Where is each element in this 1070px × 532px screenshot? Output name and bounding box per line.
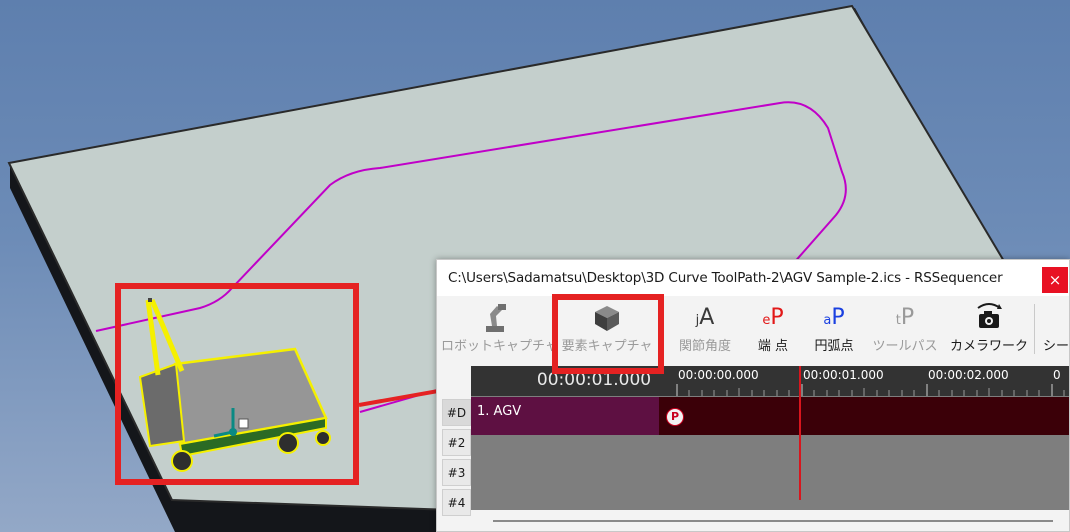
timeline-scrollbar[interactable]	[471, 510, 1069, 531]
track-row-agv[interactable]: 1. AGV P	[471, 397, 1069, 435]
tool-path-icon-big: P	[900, 305, 915, 330]
joint-angle-icon-big: A	[699, 305, 715, 330]
toolbar: ロボットキャプチャ 要素キャプチャ jA 関節角度 eP 端 点 aP 円弧点 …	[437, 296, 1069, 360]
element-capture-button[interactable]: 要素キャプチャ	[557, 302, 657, 360]
camera-work-button[interactable]: カメラワーク	[947, 302, 1031, 360]
element-capture-label: 要素キャプチャ	[561, 339, 653, 354]
end-point-button[interactable]: eP 端 点	[745, 302, 801, 360]
arc-point-icon: aP	[805, 302, 863, 334]
arc-point-label: 円弧点	[814, 339, 854, 354]
end-point-icon: eP	[745, 302, 801, 334]
agv-wheel-front-left	[171, 450, 193, 472]
scrollbar-thumb[interactable]	[493, 520, 1053, 522]
end-point-label: 端 点	[757, 339, 789, 354]
ruler-label-2: 00:00:02.000	[928, 368, 1009, 382]
window-titlebar[interactable]: C:\Users\Sadamatsu\Desktop\3D Curve Tool…	[437, 260, 1069, 296]
scene-label: シー	[1043, 339, 1070, 354]
window-title: C:\Users\Sadamatsu\Desktop\3D Curve Tool…	[448, 270, 1003, 286]
rssequencer-window[interactable]: C:\Users\Sadamatsu\Desktop\3D Curve Tool…	[436, 259, 1070, 532]
point-marker[interactable]: P	[666, 408, 684, 426]
timeline-ruler[interactable]: 00:00:01.000 00:00:00.000 00:00:01.000 0…	[471, 366, 1069, 396]
row-button-4[interactable]: #4	[442, 489, 471, 516]
playhead[interactable]	[799, 366, 801, 500]
agv-clip[interactable]: 1. AGV	[471, 397, 659, 435]
camera-work-label: カメラワーク	[949, 339, 1028, 354]
arc-point-icon-big: P	[831, 305, 845, 330]
robot-capture-button[interactable]: ロボットキャプチャ	[441, 302, 558, 360]
row-button-3[interactable]: #3	[442, 459, 471, 486]
joint-angle-icon: jA	[669, 302, 741, 334]
toolbar-separator	[1034, 304, 1035, 354]
ruler-label-1: 00:00:01.000	[803, 368, 884, 382]
agv-wheel-rear-right	[315, 430, 331, 446]
robot-capture-label: ロボットキャプチャ	[441, 339, 558, 354]
row-button-d[interactable]: #D	[442, 399, 471, 426]
row-button-2[interactable]: #2	[442, 429, 471, 456]
joint-angle-label: 関節角度	[678, 339, 731, 354]
agv-label-tag	[238, 418, 249, 429]
ruler-label-3: 0	[1053, 368, 1061, 382]
tool-path-icon: tP	[869, 302, 941, 334]
agv-wheel-front-right	[277, 432, 299, 454]
joint-angle-button[interactable]: jA 関節角度	[669, 302, 741, 360]
agv-clip-label: 1. AGV	[477, 404, 522, 419]
cube-icon	[595, 306, 619, 331]
arc-point-button[interactable]: aP 円弧点	[805, 302, 863, 360]
scene-button[interactable]: シー	[1043, 302, 1070, 360]
tool-path-button[interactable]: tP ツールパス	[869, 302, 941, 360]
close-button[interactable]: ×	[1042, 267, 1068, 293]
ruler-label-0: 00:00:00.000	[678, 368, 759, 382]
timeline-tracks[interactable]: 1. AGV P	[471, 396, 1069, 510]
end-point-icon-big: P	[770, 305, 784, 330]
camera-icon	[977, 303, 1002, 328]
robot-arm-icon	[486, 304, 506, 332]
tool-path-label: ツールパス	[872, 339, 938, 354]
agv-origin-marker	[229, 428, 237, 436]
